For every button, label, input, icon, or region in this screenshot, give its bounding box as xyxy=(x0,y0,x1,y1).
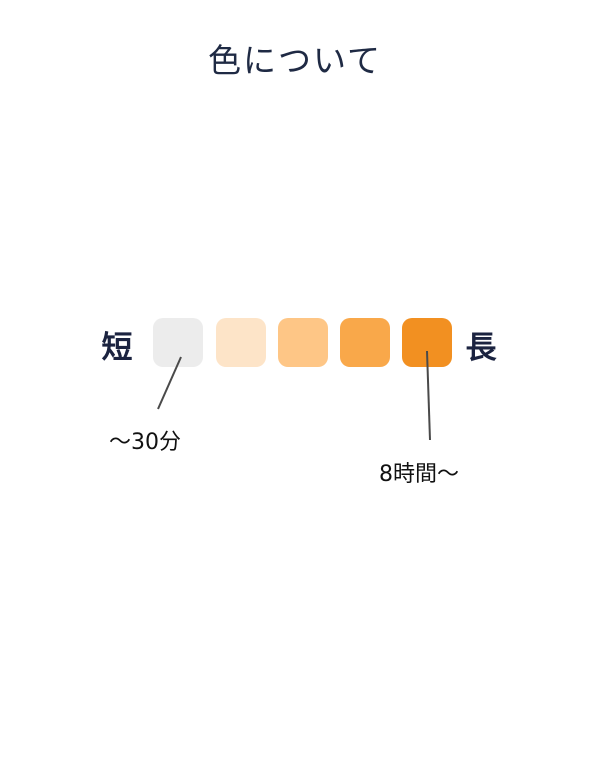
min-callout-label: 〜30分 xyxy=(109,430,181,455)
min-callout-line xyxy=(157,356,182,410)
max-callout-line xyxy=(426,350,431,441)
max-callout-label: 8時間〜 xyxy=(379,462,459,487)
callout-connectors xyxy=(157,350,431,441)
